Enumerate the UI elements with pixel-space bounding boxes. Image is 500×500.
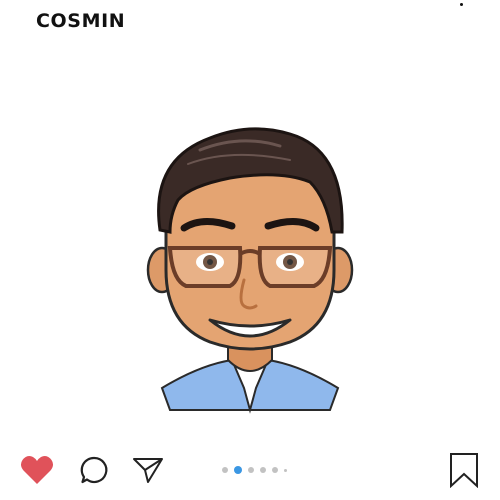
pager-dot (260, 467, 266, 473)
pager-dot-active (234, 466, 242, 474)
more-options-icon (460, 3, 463, 6)
like-button[interactable] (18, 448, 56, 492)
carousel-pager (222, 448, 298, 492)
post-image-avatar (146, 127, 354, 414)
post-username[interactable]: COSMIN (36, 10, 125, 32)
comment-icon (80, 456, 108, 484)
send-icon (133, 458, 163, 483)
pager-dot (272, 467, 278, 473)
pager-dot (284, 468, 287, 472)
bookmark-icon (450, 453, 478, 488)
share-button[interactable] (130, 448, 166, 492)
post-action-bar (0, 448, 500, 492)
post-header: COSMIN (0, 0, 500, 44)
post-card: COSMIN (0, 0, 500, 500)
comment-button[interactable] (76, 448, 112, 492)
pager-dot (222, 467, 228, 473)
heart-icon (20, 456, 54, 484)
save-button[interactable] (446, 448, 482, 492)
pager-dot (248, 467, 254, 473)
more-options-button[interactable] (452, 0, 472, 10)
